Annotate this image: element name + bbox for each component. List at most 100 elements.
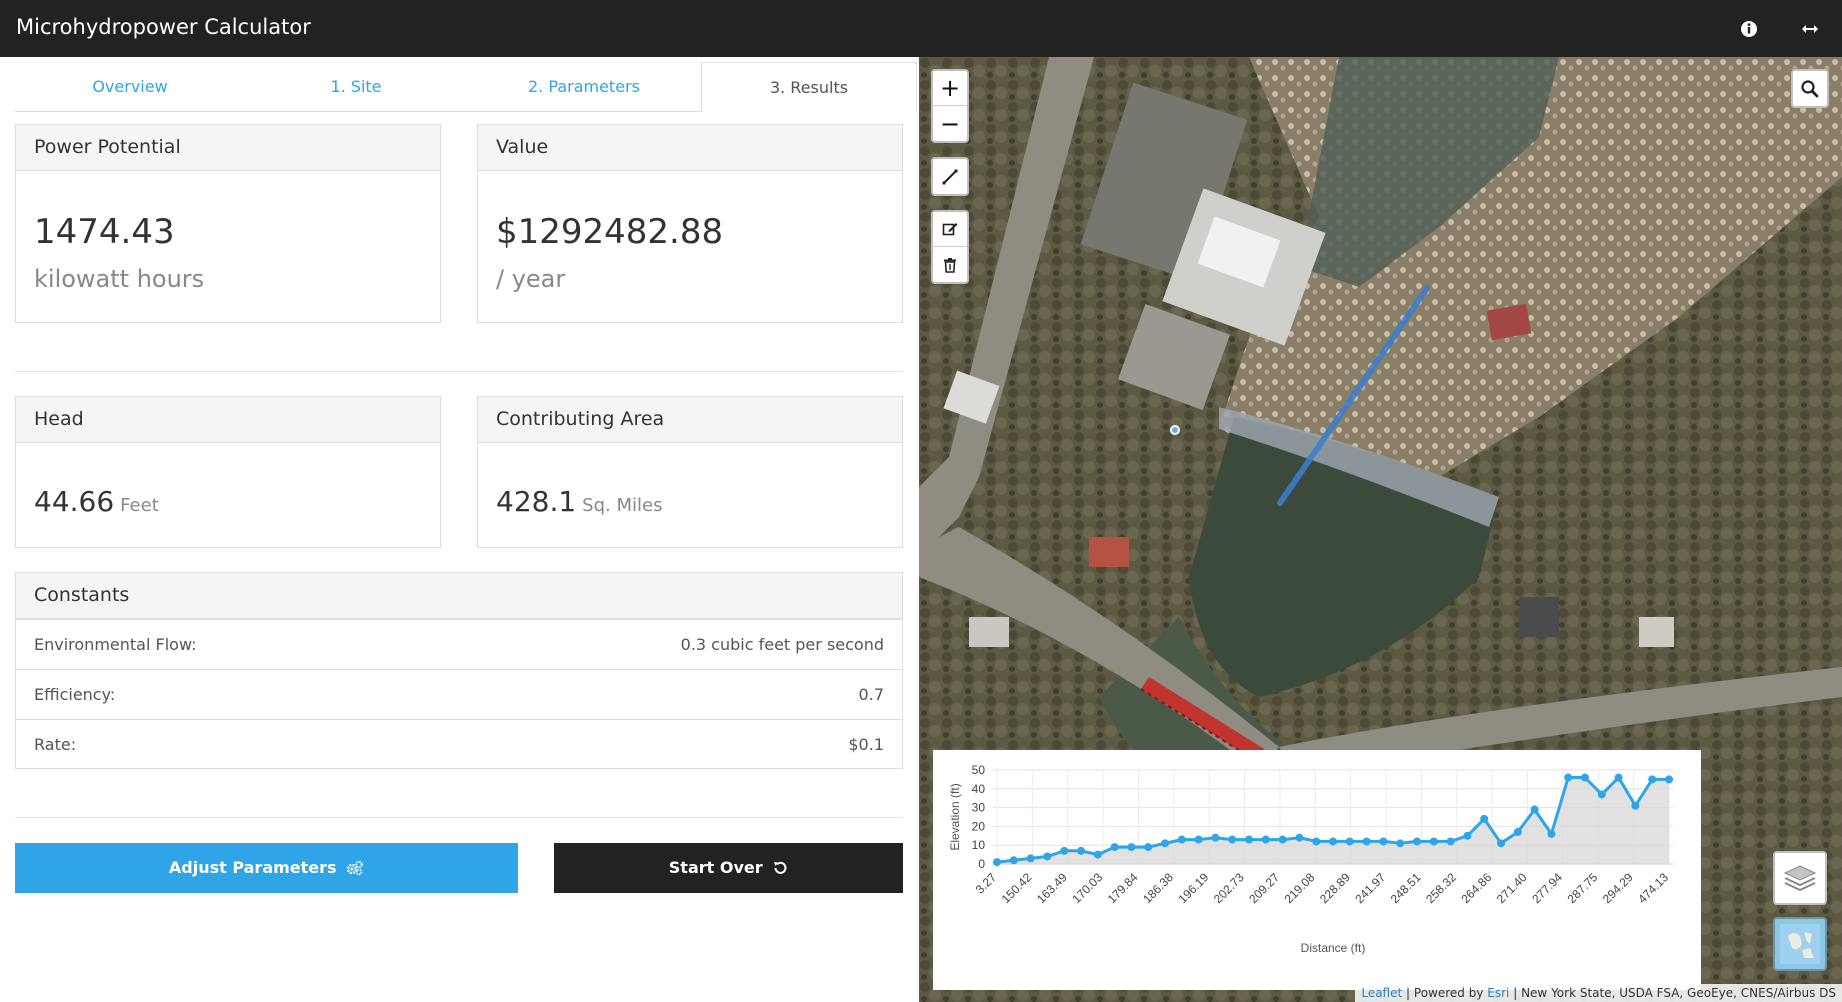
elevation-point[interactable]	[1245, 835, 1253, 844]
expand-horizontal-icon[interactable]	[1797, 16, 1823, 42]
delete-layers-button[interactable]	[933, 247, 967, 282]
value-amount: $1292482.88	[496, 212, 724, 252]
elevation-point[interactable]	[1379, 837, 1388, 846]
elevation-point[interactable]	[1312, 837, 1321, 846]
constant-row-rate: Rate: $0.1	[16, 719, 902, 769]
basemap-toggle[interactable]	[1773, 917, 1827, 971]
elevation-point[interactable]	[1581, 773, 1589, 782]
x-tick-label: 209.27	[1246, 870, 1282, 906]
elevation-point[interactable]	[1261, 835, 1270, 844]
tab-parameters[interactable]: 2. Parameters	[467, 62, 701, 112]
elevation-point[interactable]	[1614, 773, 1623, 782]
zoom-out-button[interactable]: −	[933, 106, 967, 141]
elevation-point[interactable]	[1177, 835, 1186, 844]
constant-row-environmental-flow: Environmental Flow: 0.3 cubic feet per s…	[16, 619, 902, 669]
map-search-button[interactable]	[1793, 71, 1827, 106]
elevation-point[interactable]	[1161, 839, 1169, 848]
location-marker[interactable]	[1170, 425, 1180, 435]
elevation-chart: 0 10 20 30 40 50 3.27 150.42 163.49 170.03 179.84…	[948, 763, 1673, 955]
x-tick-label: 3.27	[973, 870, 1000, 897]
area-value: 428.1	[496, 485, 577, 518]
search-icon	[1801, 79, 1819, 97]
elevation-point[interactable]	[1362, 837, 1371, 846]
x-tick-label: 277.94	[1529, 870, 1565, 906]
elevation-point[interactable]	[1547, 829, 1556, 838]
elevation-point[interactable]	[1665, 775, 1673, 784]
elevation-point[interactable]	[1446, 837, 1455, 846]
satellite-map[interactable]: + − 0 10 20 30 40 50 3.27 150.42 163.49 …	[919, 57, 1842, 1002]
elevation-point[interactable]	[1144, 843, 1153, 852]
elevation-point[interactable]	[1497, 839, 1505, 848]
elevation-point[interactable]	[1211, 833, 1220, 842]
powered-by-text: | Powered by	[1406, 986, 1484, 1000]
cogs-icon	[346, 860, 363, 876]
elevation-point[interactable]	[1295, 833, 1304, 842]
power-potential-panel: Power Potential 1474.43 kilowatt hours	[15, 124, 441, 323]
elevation-point[interactable]	[1564, 773, 1573, 782]
y-tick-label: 30	[972, 801, 986, 815]
x-tick-label: 219.08	[1282, 870, 1318, 906]
elevation-point[interactable]	[1329, 837, 1337, 846]
tab-overview[interactable]: Overview	[15, 62, 245, 112]
head-panel: Head 44.66 Feet	[15, 396, 441, 548]
zoom-in-button[interactable]: +	[933, 71, 967, 106]
elevation-point[interactable]	[1026, 854, 1035, 863]
divider	[15, 371, 903, 372]
start-over-button[interactable]: Start Over	[554, 843, 903, 893]
constant-row-efficiency: Efficiency: 0.7	[16, 669, 902, 719]
tab-site[interactable]: 1. Site	[245, 62, 467, 112]
map-attribution: Leaflet | Powered by Esri | New York Sta…	[1355, 984, 1842, 1002]
undo-icon	[774, 861, 787, 874]
y-tick-label: 20	[972, 819, 986, 833]
elevation-point[interactable]	[1597, 790, 1606, 799]
esri-link[interactable]: Esri	[1487, 986, 1509, 1000]
draw-control	[931, 157, 969, 196]
basemap-thumbnail-icon	[1780, 924, 1820, 964]
step-tabs: Overview 1. Site 2. Parameters 3. Result…	[15, 62, 917, 113]
leaflet-link[interactable]: Leaflet	[1361, 986, 1402, 1000]
adjust-parameters-button[interactable]: Adjust Parameters	[15, 843, 518, 893]
elevation-point[interactable]	[1093, 850, 1102, 859]
x-axis-label: Distance (ft)	[1301, 941, 1366, 955]
elevation-point[interactable]	[1463, 831, 1472, 840]
x-tick-label: 264.86	[1458, 870, 1494, 906]
x-tick-label: 294.29	[1600, 870, 1636, 906]
elevation-point[interactable]	[1513, 828, 1522, 837]
power-unit: kilowatt hours	[34, 265, 205, 293]
x-tick-label: 287.75	[1565, 870, 1601, 906]
elevation-point[interactable]	[1060, 846, 1069, 855]
layers-control[interactable]	[1773, 851, 1827, 905]
x-tick-label: 163.49	[1034, 870, 1070, 906]
head-value: 44.66	[34, 485, 115, 518]
elevation-point[interactable]	[1127, 843, 1136, 852]
panel-heading: Contributing Area	[478, 397, 902, 443]
draw-line-button[interactable]	[933, 159, 967, 194]
edit-layers-button[interactable]	[933, 212, 967, 247]
elevation-point[interactable]	[1043, 852, 1052, 861]
top-navbar: Microhydropower Calculator	[0, 0, 1842, 57]
edit-icon	[942, 223, 958, 236]
elevation-point[interactable]	[993, 858, 1001, 867]
elevation-point[interactable]	[1077, 846, 1085, 855]
elevation-point[interactable]	[1009, 856, 1018, 865]
start-over-label: Start Over	[668, 858, 763, 877]
tab-results[interactable]: 3. Results	[701, 62, 917, 113]
map-search-control	[1791, 69, 1829, 108]
elevation-point[interactable]	[1413, 837, 1421, 846]
elevation-point[interactable]	[1429, 837, 1438, 846]
elevation-point[interactable]	[1396, 839, 1405, 848]
elevation-point[interactable]	[1631, 801, 1640, 810]
elevation-point[interactable]	[1345, 837, 1354, 846]
elevation-point[interactable]	[1228, 835, 1237, 844]
elevation-point[interactable]	[1480, 814, 1489, 823]
info-icon[interactable]	[1736, 16, 1762, 42]
elevation-point[interactable]	[1194, 835, 1203, 844]
x-tick-label: 202.73	[1211, 870, 1247, 906]
area-readout: 428.1 Sq. Miles	[496, 485, 662, 518]
elevation-point[interactable]	[1278, 835, 1287, 844]
elevation-point[interactable]	[1110, 843, 1119, 852]
panel-heading: Head	[16, 397, 440, 443]
elevation-profile: 0 10 20 30 40 50 3.27 150.42 163.49 170.03 179.84…	[933, 750, 1701, 990]
elevation-point[interactable]	[1648, 775, 1657, 784]
elevation-point[interactable]	[1530, 805, 1539, 814]
